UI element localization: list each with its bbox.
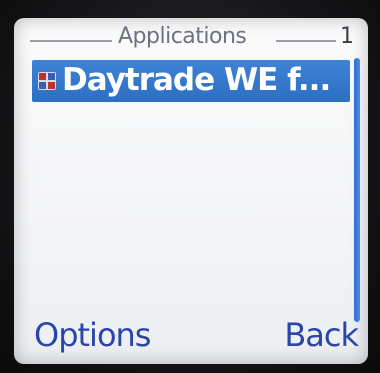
title-divider-right [276,40,336,42]
phone-screen: Applications 1 Daytrade WE f... Options … [14,18,368,364]
list-item-daytrade[interactable]: Daytrade WE f... [32,60,350,102]
title-divider-left [30,40,112,42]
page-number: 1 [340,24,354,49]
scrollbar-thumb[interactable] [354,58,360,322]
list-item-label: Daytrade WE f... [62,62,331,98]
back-softkey[interactable]: Back [284,316,359,354]
page-title: Applications [118,24,247,49]
scrollbar[interactable] [354,58,360,322]
title-bar: Applications 1 [14,24,368,54]
app-grid-icon [38,72,56,90]
phone-bezel: Applications 1 Daytrade WE f... Options … [0,0,380,373]
options-softkey[interactable]: Options [34,316,151,354]
